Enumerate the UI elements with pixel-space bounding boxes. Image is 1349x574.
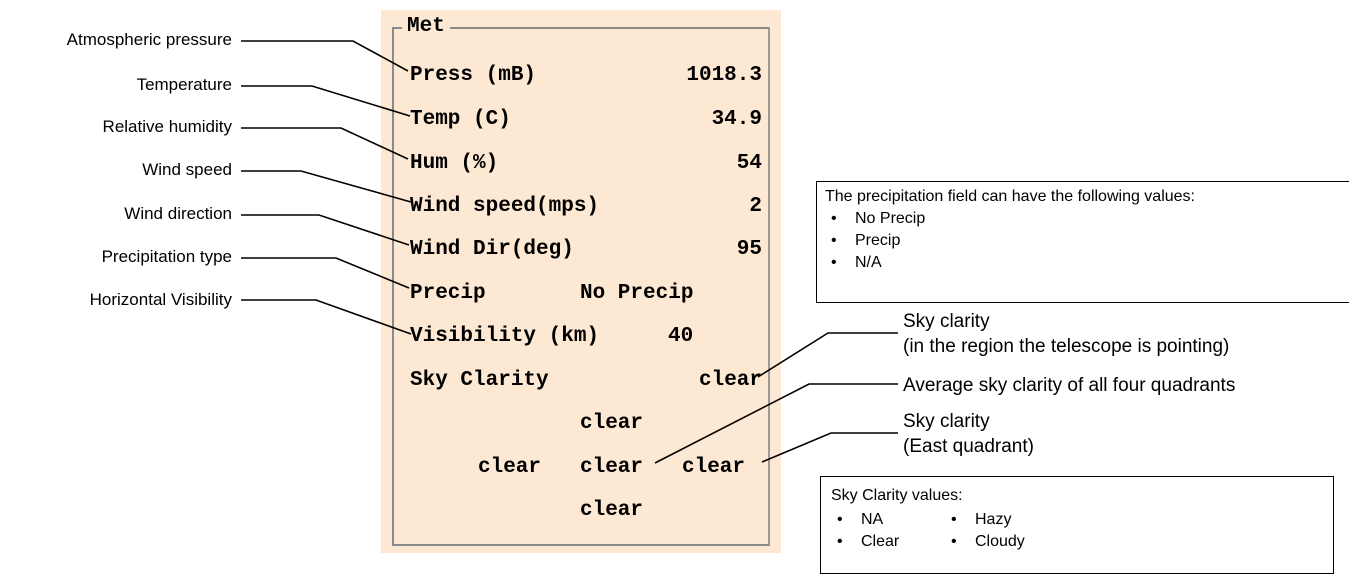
leader-line-sky-average (654, 383, 898, 464)
leader-line-humidity (241, 127, 409, 160)
leader-line-sky-east (761, 432, 898, 463)
leader-line-pressure (241, 40, 409, 72)
leader-line-temperature (241, 85, 411, 117)
leader-lines (241, 40, 898, 464)
leader-line-precipitation (241, 257, 410, 289)
leader-line-wind-speed (241, 170, 412, 203)
leader-line-sky-pointing (757, 332, 898, 378)
leader-line-wind-direction (241, 214, 410, 246)
leader-line-visibility (241, 299, 412, 335)
